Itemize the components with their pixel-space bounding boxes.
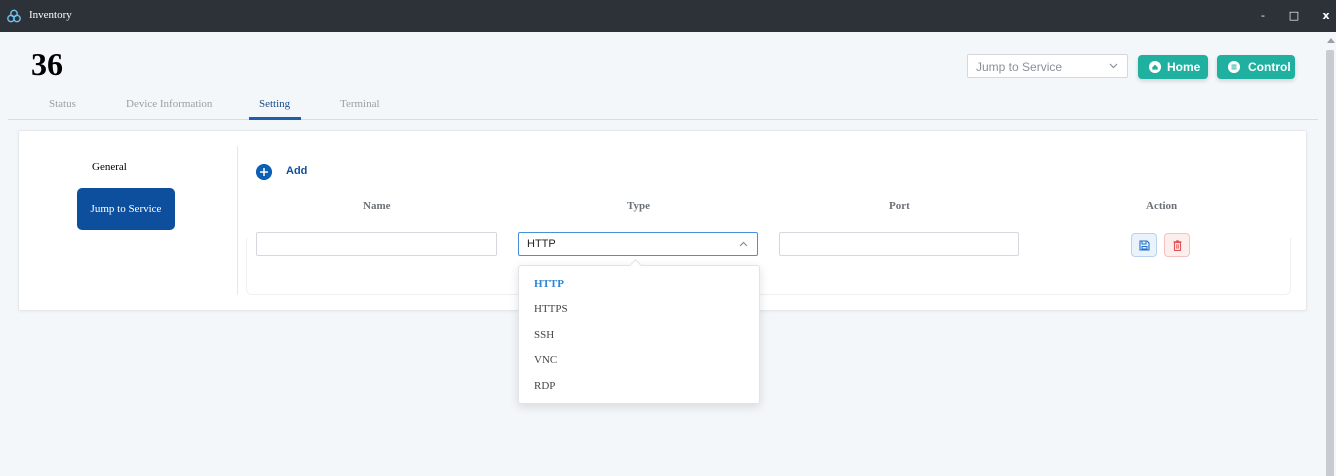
- tab-terminal[interactable]: Terminal: [340, 98, 380, 110]
- scroll-up-arrow-icon[interactable]: [1327, 38, 1335, 43]
- column-header-name: Name: [363, 200, 391, 212]
- column-header-port: Port: [889, 200, 910, 212]
- tab-bar: Status Device Information Setting Termin…: [8, 96, 1318, 120]
- tab-setting[interactable]: Setting: [259, 98, 290, 110]
- service-name-input[interactable]: [256, 232, 497, 256]
- dropdown-option-http[interactable]: HTTP: [534, 278, 564, 290]
- sidebar-item-jump-to-service[interactable]: Jump to Service: [77, 188, 175, 230]
- dropdown-option-rdp[interactable]: RDP: [534, 380, 555, 392]
- vertical-scrollbar[interactable]: [1324, 32, 1336, 476]
- type-select-value: HTTP: [527, 238, 556, 250]
- column-header-action: Action: [1146, 200, 1178, 212]
- plus-circle-icon: [256, 164, 272, 180]
- maximize-button[interactable]: □: [1284, 6, 1304, 26]
- window-title: Inventory: [29, 9, 72, 21]
- dropdown-option-vnc[interactable]: VNC: [534, 354, 557, 366]
- column-header-type: Type: [627, 200, 651, 212]
- delete-icon: [1173, 240, 1182, 251]
- control-button[interactable]: Control: [1217, 55, 1295, 79]
- tab-status[interactable]: Status: [49, 98, 76, 110]
- home-button[interactable]: Home: [1138, 55, 1208, 79]
- sidebar-item-general[interactable]: General: [92, 161, 127, 173]
- service-type-select[interactable]: HTTP: [518, 232, 758, 256]
- title-bar: Inventory - □ x: [0, 0, 1336, 32]
- active-tab-indicator: [249, 117, 301, 120]
- scrollbar-thumb[interactable]: [1326, 50, 1334, 476]
- jump-select-placeholder: Jump to Service: [976, 60, 1063, 74]
- dropdown-option-ssh[interactable]: SSH: [534, 329, 554, 341]
- chevron-up-icon: [739, 241, 748, 247]
- sidebar-divider: [237, 146, 238, 295]
- save-row-button[interactable]: [1131, 233, 1157, 257]
- add-service-button[interactable]: Add: [256, 163, 316, 181]
- type-dropdown-menu: HTTP HTTPS SSH VNC RDP: [518, 259, 760, 404]
- page-title: 36: [31, 46, 63, 82]
- home-icon: [1149, 61, 1161, 73]
- minimize-button[interactable]: -: [1253, 6, 1273, 26]
- jump-to-service-select[interactable]: Jump to Service: [967, 54, 1128, 78]
- menu-list-icon: [1228, 61, 1240, 73]
- chevron-down-icon: [1109, 63, 1118, 69]
- add-button-label: Add: [286, 165, 308, 177]
- save-icon: [1139, 240, 1150, 251]
- service-port-input[interactable]: [779, 232, 1019, 256]
- home-button-label: Home: [1167, 60, 1201, 74]
- app-logo-icon: [7, 9, 21, 23]
- close-button[interactable]: x: [1316, 6, 1336, 26]
- tab-device-information[interactable]: Device Information: [126, 98, 212, 110]
- delete-row-button[interactable]: [1164, 233, 1190, 257]
- dropdown-option-https[interactable]: HTTPS: [534, 303, 568, 315]
- control-button-label: Control: [1248, 60, 1291, 74]
